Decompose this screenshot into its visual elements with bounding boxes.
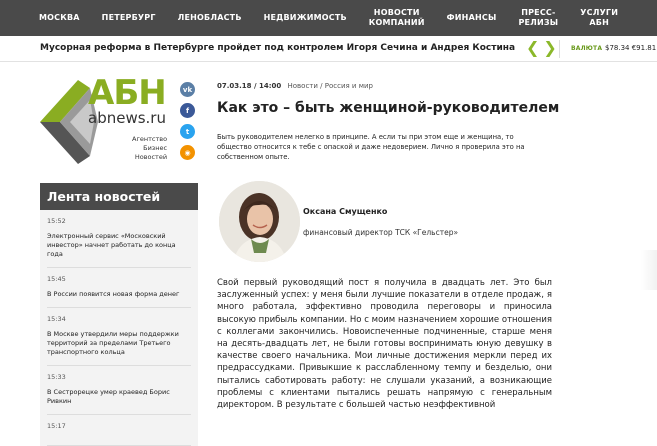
twitter-icon[interactable]: t (180, 124, 195, 139)
article-lead: Быть руководителем нелегко в принципе. А… (217, 133, 525, 161)
article-body: Свой первый руководящий пост я получила … (217, 278, 552, 411)
list-item[interactable]: 15:17 (47, 415, 191, 446)
logo-tagline: Агентство Бизнес Новостей (132, 135, 167, 162)
feed-text[interactable]: В Сестрорецке умер краевед Борис Ривкин (47, 388, 191, 406)
feed-text[interactable]: Электронный сервис «Московский инвестор»… (47, 232, 191, 259)
nav-leningrad-region[interactable]: ЛЕНОБЛАСТЬ (167, 13, 253, 23)
feed-list: 15:52 Электронный сервис «Московский инв… (40, 210, 198, 446)
logo-tagline-line: Агентство (132, 135, 168, 143)
author-portrait-icon (219, 181, 300, 262)
vk-icon[interactable]: vk (180, 82, 195, 97)
list-item[interactable]: 15:45 В России появится новая форма дене… (47, 268, 191, 308)
currency-label: ВАЛЮТА (571, 45, 603, 52)
list-item[interactable]: 15:34 В Москве утвердили меры поддержки … (47, 308, 191, 366)
news-ticker: Мусорная реформа в Петербурге пройдет по… (0, 36, 657, 62)
page-edge-shadow (641, 250, 657, 290)
avatar (219, 181, 300, 262)
feed-time: 15:33 (47, 373, 66, 381)
rss-icon[interactable]: ◉ (180, 145, 195, 160)
social-icons: vk f t ◉ (180, 82, 195, 160)
logo-tagline-line: Бизнес (143, 144, 168, 152)
nav-company-news[interactable]: НОВОСТИ КОМПАНИЙ (358, 8, 436, 28)
logo-tagline-line: Новостей (134, 153, 168, 161)
list-item[interactable]: 15:52 Электронный сервис «Московский инв… (47, 210, 191, 268)
ticker-divider (559, 40, 560, 58)
top-navigation: МОСКВА ПЕТЕРБУРГ ЛЕНОБЛАСТЬ НЕДВИЖИМОСТЬ… (0, 0, 657, 36)
author-role: финансовый директор ТСК «Гельстер» (303, 228, 459, 237)
feed-text[interactable]: В Москве утвердили меры поддержки террит… (47, 330, 191, 357)
nav-real-estate[interactable]: НЕДВИЖИМОСТЬ (253, 13, 358, 23)
ticker-arrows: ❮ ❯ (526, 40, 557, 56)
nav-finance[interactable]: ФИНАНСЫ (436, 13, 508, 23)
chevron-right-icon[interactable]: ❯ (543, 40, 556, 56)
article-date: 07.03.18 / 14:00 (217, 82, 282, 90)
feed-time: 15:17 (47, 422, 66, 430)
nav-moscow[interactable]: МОСКВА (28, 13, 91, 23)
author-name: Оксана Смущенко (303, 207, 388, 216)
feed-time: 15:45 (47, 275, 66, 283)
article-meta: 07.03.18 / 14:00 Новости / Россия и мир (217, 82, 373, 90)
nav-press-releases[interactable]: ПРЕСС- РЕЛИЗЫ (507, 8, 569, 28)
nav-petersburg[interactable]: ПЕТЕРБУРГ (91, 13, 167, 23)
feed-text[interactable]: В России появится новая форма денег (47, 290, 191, 299)
page-title: Как это – быть женщиной-руководителем (217, 100, 560, 116)
site-logo[interactable]: АБН abnews.ru Агентство Бизнес Новостей (40, 76, 176, 176)
facebook-icon[interactable]: f (180, 103, 195, 118)
feed-title: Лента новостей (40, 183, 198, 210)
nav-abn-services[interactable]: УСЛУГИ АБН (569, 8, 629, 28)
feed-time: 15:52 (47, 217, 66, 225)
breadcrumb[interactable]: Новости / Россия и мир (288, 82, 373, 90)
currency-values: $78.34 €91.81 (605, 44, 657, 52)
list-item[interactable]: 15:33 В Сестрорецке умер краевед Борис Р… (47, 366, 191, 415)
feed-time: 15:34 (47, 315, 66, 323)
ticker-headline[interactable]: Мусорная реформа в Петербурге пройдет по… (40, 43, 515, 53)
logo-domain: abnews.ru (88, 109, 166, 127)
news-feed: Лента новостей 15:52 Электронный сервис … (40, 183, 198, 446)
logo-abbr: АБН (88, 73, 167, 113)
chevron-left-icon[interactable]: ❮ (526, 40, 539, 56)
